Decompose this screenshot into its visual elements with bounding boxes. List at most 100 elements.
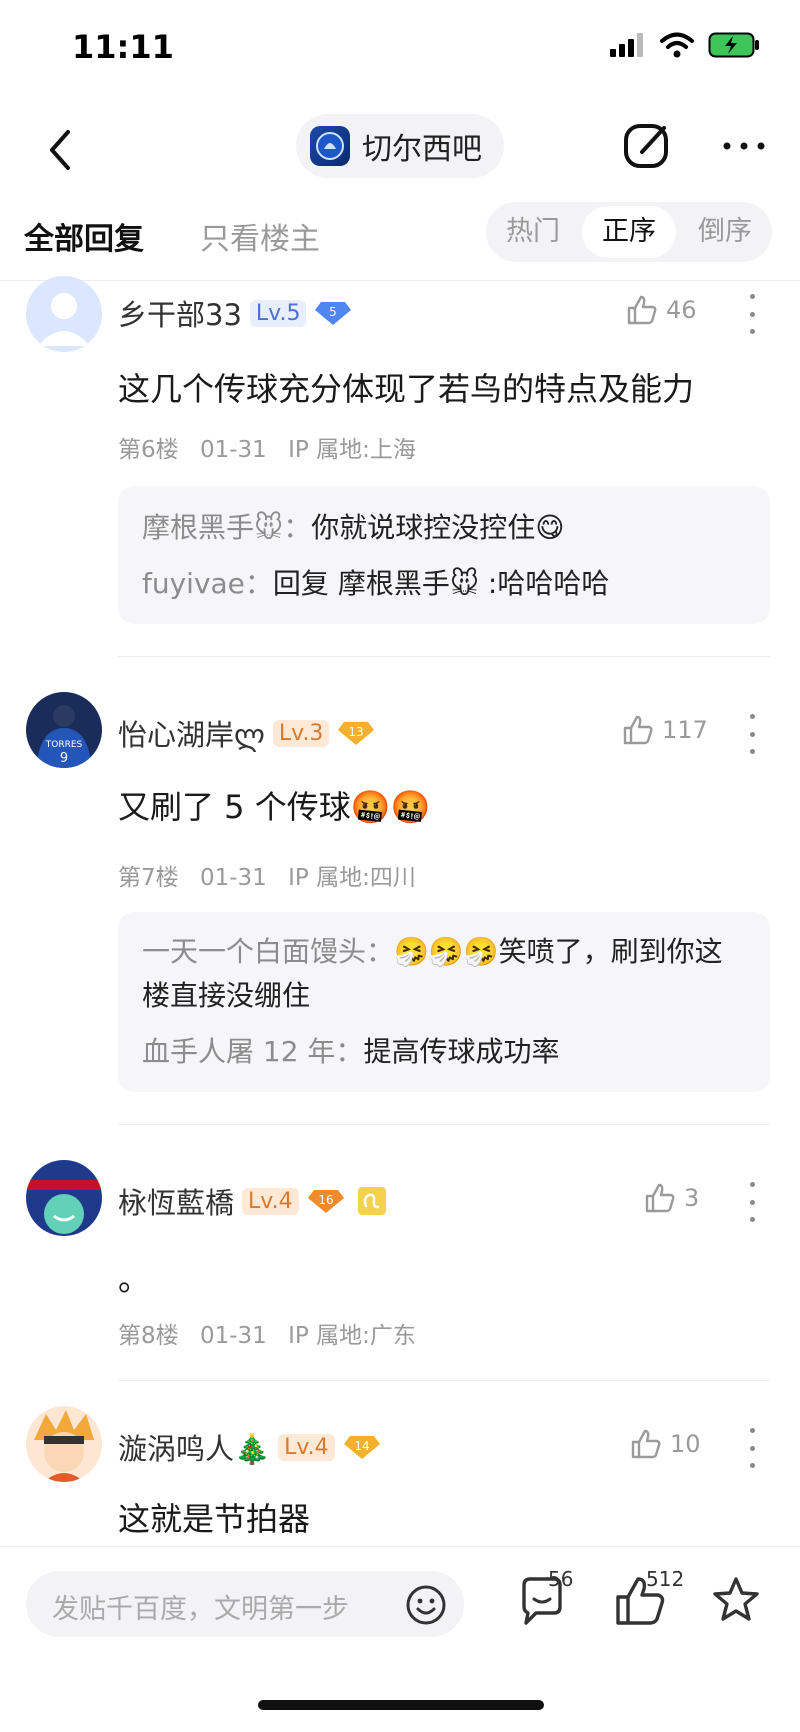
like-button[interactable]: 3	[644, 1182, 699, 1214]
reply-author[interactable]: fuyivae：	[142, 567, 273, 600]
badge-number: 16	[318, 1193, 333, 1207]
rank-badge: 14	[343, 1434, 381, 1460]
reply-input[interactable]: 发贴千百度，文明第一步	[26, 1571, 464, 1637]
tabs-row: 全部回复 只看楼主 热门 正序 倒序	[0, 200, 800, 281]
forum-logo	[310, 126, 350, 166]
like-count: 46	[666, 296, 697, 324]
diamond-badge-icon: 14	[343, 1436, 380, 1459]
post-content: 这几个传球充分体现了若鸟的特点及能力	[118, 370, 695, 408]
sort-ascending[interactable]: 正序	[582, 206, 676, 258]
avatar[interactable]	[26, 1160, 102, 1236]
reply-text: 提高传球成功率	[363, 1035, 560, 1068]
post-meta: 第7楼 01-31 IP 属地:四川	[118, 858, 430, 892]
avatar[interactable]: TORRES 9	[26, 692, 102, 768]
rank-badge: 13	[337, 720, 375, 746]
sort-hot[interactable]: 热门	[486, 206, 580, 258]
sort-toggle: 热门 正序 倒序	[486, 202, 772, 262]
like-button[interactable]: 10	[630, 1428, 701, 1460]
username[interactable]: 栐恆藍橋	[118, 1180, 234, 1222]
post-meta: 第6楼 01-31 IP 属地:上海	[118, 430, 430, 464]
svg-text:TORRES: TORRES	[45, 740, 83, 750]
more-menu-icon[interactable]	[742, 294, 762, 334]
badge-number: 5	[330, 305, 338, 319]
tab-op-only[interactable]: 只看楼主	[200, 214, 320, 258]
like-button[interactable]: 117	[622, 714, 708, 746]
rank-badge: 5	[314, 300, 352, 326]
user-line: 漩涡鸣人🎄 Lv.4 14	[118, 1426, 381, 1468]
reply-input-placeholder: 发贴千百度，文明第一步	[52, 1594, 349, 1625]
reply-author[interactable]: 一天一个白面馒头：	[142, 935, 394, 968]
avatar[interactable]	[26, 276, 102, 352]
thumbs-up-icon	[623, 715, 653, 745]
leo-zodiac-icon	[357, 1187, 386, 1215]
post-date: 01-31	[199, 865, 267, 891]
reply-box[interactable]: 一天一个白面馒头：🤧🤧🤧笑喷了，刷到你这楼直接没绷住 血手人屠 12 年：提高传…	[118, 912, 770, 1092]
reply-line: 一天一个白面馒头：🤧🤧🤧笑喷了，刷到你这楼直接没绷住	[142, 930, 750, 1018]
user-line: 乡干部33 Lv.5 5	[118, 292, 352, 334]
home-indicator	[258, 1700, 544, 1710]
floor-number: 第8楼	[118, 1323, 179, 1349]
reply-line: fuyivae：回复 摩根黑手🐭 :哈哈哈哈	[142, 562, 750, 606]
level-badge: Lv.3	[272, 719, 330, 747]
diamond-badge-icon: 13	[338, 722, 375, 745]
badge-number: 13	[349, 725, 364, 739]
emoji-icon[interactable]	[404, 1583, 448, 1627]
level-badge: Lv.5	[249, 299, 307, 327]
signal-icon	[610, 33, 643, 57]
divider	[118, 656, 770, 657]
status-bar: 11:11	[0, 0, 800, 100]
floor-number: 第7楼	[118, 865, 179, 891]
username[interactable]: 怡心湖岸ლ	[118, 712, 265, 754]
reply-text: 你就说球控没控住😋	[311, 511, 565, 544]
tab-all-replies[interactable]: 全部回复	[24, 214, 144, 258]
more-menu-icon[interactable]	[742, 1428, 762, 1468]
ip-location: IP 属地:上海	[288, 437, 416, 463]
avatar[interactable]	[26, 1406, 102, 1482]
username[interactable]: 乡干部33	[118, 292, 242, 334]
status-time: 11:11	[72, 28, 174, 66]
user-avatar-icon	[26, 1406, 102, 1482]
player-avatar-icon: TORRES 9	[26, 692, 102, 768]
level-badge: Lv.4	[242, 1187, 299, 1215]
star-icon[interactable]	[706, 1571, 766, 1631]
post-content: 又刷了 5 个传球🤬🤬	[118, 788, 431, 826]
like-count: 10	[670, 1430, 701, 1458]
rank-badge: 16	[307, 1188, 345, 1214]
battery-icon	[708, 32, 759, 58]
zodiac-badge	[353, 1187, 391, 1215]
more-menu-icon[interactable]	[742, 714, 762, 754]
status-icons	[610, 32, 760, 58]
ip-location: IP 属地:广东	[288, 1323, 416, 1349]
forum-name: 切尔西吧	[362, 132, 482, 167]
edit-button[interactable]	[620, 118, 676, 174]
like-button[interactable]: 46	[626, 294, 697, 326]
reply-text: 回复 摩根黑手🐭 :哈哈哈哈	[272, 567, 610, 600]
diamond-badge-icon: 16	[307, 1190, 344, 1213]
default-avatar-icon	[26, 276, 102, 352]
username[interactable]: 漩涡鸣人🎄	[118, 1426, 270, 1468]
level-badge: Lv.4	[278, 1433, 335, 1461]
sort-descending[interactable]: 倒序	[678, 206, 772, 258]
thumbs-up-icon	[645, 1183, 675, 1213]
reply-author[interactable]: 血手人屠 12 年：	[142, 1035, 363, 1068]
floor-number: 第6楼	[118, 437, 179, 463]
chevron-left-icon	[50, 130, 70, 170]
user-line: 栐恆藍橋 Lv.4 16	[118, 1180, 391, 1222]
forum-pill[interactable]: 切尔西吧	[296, 114, 504, 178]
svg-text:9: 9	[60, 751, 68, 766]
thumbs-up-icon	[627, 295, 657, 325]
back-button[interactable]	[40, 120, 80, 180]
reply-line: 摩根黑手🐭：你就说球控没控住😋	[142, 506, 750, 550]
more-menu-icon[interactable]	[742, 1182, 762, 1222]
reply-author[interactable]: 摩根黑手🐭：	[142, 511, 311, 544]
wifi-icon	[660, 32, 694, 58]
user-line: 怡心湖岸ლ Lv.3 13	[118, 712, 375, 754]
reply-box[interactable]: 摩根黑手🐭：你就说球控没控住😋 fuyivae：回复 摩根黑手🐭 :哈哈哈哈	[118, 486, 770, 624]
badge-number: 14	[354, 1439, 369, 1453]
divider	[118, 1380, 770, 1381]
more-options-button[interactable]	[716, 118, 772, 174]
like-total-count: 512	[646, 1567, 685, 1591]
nav-bar: 切尔西吧	[0, 100, 800, 200]
reply-line: 血手人屠 12 年：提高传球成功率	[142, 1030, 750, 1074]
more-horizontal-icon	[723, 142, 765, 150]
